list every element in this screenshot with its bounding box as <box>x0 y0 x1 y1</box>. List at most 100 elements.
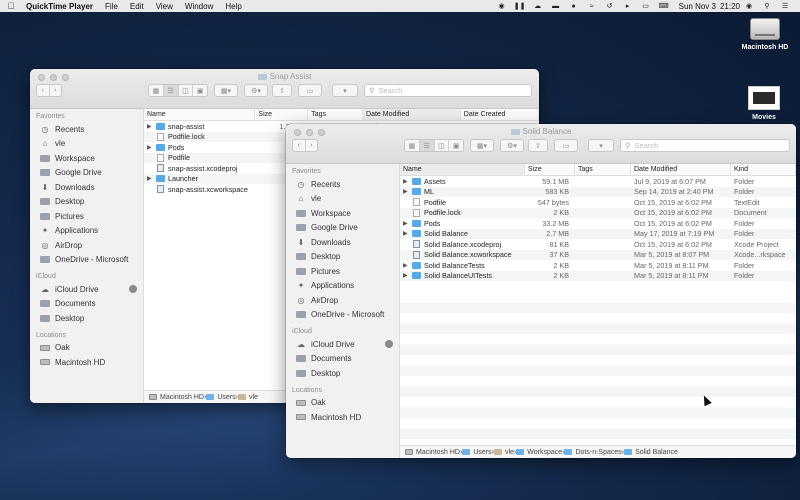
sidebar-item-vle[interactable]: ⌂ vle <box>286 192 399 207</box>
sidebar-item-workspace[interactable]: Workspace <box>286 206 399 221</box>
action-button[interactable]: ⚙▾ <box>244 84 268 97</box>
disclosure-triangle-icon[interactable]: ▶ <box>403 188 412 195</box>
tags-button[interactable]: ▭ <box>298 84 322 97</box>
share-button[interactable]: ⇧ <box>272 84 292 97</box>
path-item[interactable]: vle <box>237 394 258 401</box>
desktop-icon-movies[interactable]: Movies <box>729 86 799 121</box>
column-view-icon[interactable]: ◫ <box>179 85 194 96</box>
forward-button[interactable]: › <box>50 85 62 96</box>
sidebar-item-documents[interactable]: Documents <box>286 352 399 367</box>
sidebar-item-oak[interactable]: Oak <box>30 341 143 356</box>
column-header-date-modified[interactable]: Date Modified <box>631 164 731 175</box>
table-row[interactable]: Podfile 547 bytes Oct 15, 2019 at 6:02 PM T… <box>400 197 796 208</box>
disclosure-triangle-icon[interactable]: ▶ <box>147 144 156 151</box>
search-field[interactable]: ⚲ Search <box>620 139 790 152</box>
path-item[interactable]: Users <box>462 449 492 456</box>
group-button[interactable]: ▦▾ <box>470 139 494 152</box>
sidebar-item-recents[interactable]: ◷ Recents <box>30 122 143 137</box>
search-icon[interactable]: ⚲ <box>761 2 773 11</box>
sidebar-item-airdrop[interactable]: ◎ AirDrop <box>286 293 399 308</box>
column-view-icon[interactable]: ◫ <box>435 140 450 151</box>
group-button[interactable]: ▦▾ <box>214 84 238 97</box>
path-item[interactable]: Workspace <box>516 449 562 456</box>
cloud-icon[interactable]: ☁ <box>532 2 544 11</box>
column-header-name[interactable]: Name <box>144 109 256 120</box>
sidebar-item-pictures[interactable]: Pictures <box>30 209 143 224</box>
sidebar-item-desktop[interactable]: Desktop <box>286 250 399 265</box>
sidebar-item-workspace[interactable]: Workspace <box>30 151 143 166</box>
column-header-name[interactable]: Name <box>400 164 525 175</box>
table-row[interactable]: ▶ Pods 33.2 MB Oct 15, 2019 at 6:02 PM Folde… <box>400 218 796 229</box>
column-header-date-modified[interactable]: Date Modified <box>363 109 461 120</box>
control-center-icon[interactable]: ☰ <box>779 2 791 11</box>
battery-icon[interactable]: ▭ <box>640 2 652 11</box>
table-row[interactable]: Solid Balance.xcworkspace 37 KB Mar 5, 201… <box>400 249 796 260</box>
sidebar-item-applications[interactable]: ✦ Applications <box>286 279 399 294</box>
time-machine-icon[interactable]: ↺ <box>604 2 616 11</box>
sidebar-item-recents[interactable]: ◷ Recents <box>286 177 399 192</box>
table-row[interactable]: Podfile.lock 2 KB Oct 15, 2019 at 6:02 PM D… <box>400 207 796 218</box>
window-titlebar[interactable]: Solid Balance ‹ › ▦ ☰ ◫ ▣ ▦▾ ⚙▾ ⇧ ▭ ▾ ⚲ Searc… <box>286 124 796 164</box>
sidebar-item-macintosh-hd[interactable]: Macintosh HD <box>30 355 143 370</box>
column-header-date-created[interactable]: Date Created <box>461 109 539 120</box>
sidebar-item-pictures[interactable]: Pictures <box>286 264 399 279</box>
toggle-icon[interactable]: ▬ <box>550 2 562 11</box>
sidebar-item-oak[interactable]: Oak <box>286 396 399 411</box>
path-dropdown[interactable]: ▾ <box>588 139 614 152</box>
sidebar-item-documents[interactable]: Documents <box>30 297 143 312</box>
finder-window-solid-balance[interactable]: Solid Balance ‹ › ▦ ☰ ◫ ▣ ▦▾ ⚙▾ ⇧ ▭ ▾ ⚲ Searc… <box>286 124 796 458</box>
action-button[interactable]: ⚙▾ <box>500 139 524 152</box>
column-header-size[interactable]: Size <box>525 164 575 175</box>
tags-button[interactable]: ▭ <box>554 139 578 152</box>
menu-clock[interactable]: Sun Nov 3 21:20 <box>679 2 740 11</box>
column-header-size[interactable]: Size <box>255 109 309 120</box>
back-button[interactable]: ‹ <box>293 140 306 151</box>
menu-window[interactable]: Window <box>179 2 219 11</box>
table-row[interactable]: ▶ Solid Balance 2.7 MB May 17, 2019 at 7:19… <box>400 228 796 239</box>
column-header-tags[interactable]: Tags <box>308 109 364 120</box>
disclosure-triangle-icon[interactable]: ▶ <box>147 123 156 130</box>
table-row[interactable]: ▶ Solid BalanceTests 2 KB Mar 5, 2019 at 8:… <box>400 260 796 271</box>
desktop-icon-macintosh-hd[interactable]: Macintosh HD <box>730 18 800 51</box>
path-item[interactable]: vle <box>493 449 514 456</box>
wifi-icon[interactable]: ≈ <box>586 2 598 11</box>
sidebar-item-onedrive-microsoft[interactable]: OneDrive - Microsoft <box>286 308 399 323</box>
icon-view-icon[interactable]: ▦ <box>149 85 164 96</box>
siri-icon[interactable]: ◉ <box>743 2 755 11</box>
sidebar-item-applications[interactable]: ✦ Applications <box>30 224 143 239</box>
circle-icon[interactable]: ● <box>568 2 580 11</box>
icon-view-icon[interactable]: ▦ <box>405 140 420 151</box>
sidebar-item-vle[interactable]: ⌂ vle <box>30 137 143 152</box>
menu-app-name[interactable]: QuickTime Player <box>22 2 99 11</box>
window-titlebar[interactable]: Snap Assist ‹ › ▦ ☰ ◫ ▣ ▦▾ ⚙▾ ⇧ ▭ ▾ ⚲ Search <box>30 69 539 109</box>
apple-menu-icon[interactable]:  <box>0 1 22 11</box>
pause-icon[interactable]: ❚❚ <box>514 2 526 11</box>
table-row[interactable]: Solid Balance.xcodeproj 81 KB Oct 15, 2019… <box>400 239 796 250</box>
forward-button[interactable]: › <box>306 140 318 151</box>
sidebar-item-desktop[interactable]: Desktop <box>30 311 143 326</box>
share-button[interactable]: ⇧ <box>528 139 548 152</box>
sidebar-item-google-drive[interactable]: Google Drive <box>286 221 399 236</box>
path-item[interactable]: Macintosh HD <box>405 449 460 456</box>
sidebar-item-desktop[interactable]: Desktop <box>30 195 143 210</box>
sidebar-item-macintosh-hd[interactable]: Macintosh HD <box>286 410 399 425</box>
menu-file[interactable]: File <box>99 2 124 11</box>
disclosure-triangle-icon[interactable]: ▶ <box>403 220 412 227</box>
disclosure-triangle-icon[interactable]: ▶ <box>403 262 412 269</box>
column-header-tags[interactable]: Tags <box>575 164 631 175</box>
table-row[interactable]: ▶ ML 583 KB Sep 14, 2019 at 2:40 PM Folder <box>400 186 796 197</box>
table-row[interactable]: ▶ Assets 59.1 MB Jul 9, 2019 at 6:07 PM Fold… <box>400 176 796 187</box>
sidebar-item-icloud-drive[interactable]: ☁ iCloud Drive <box>30 282 143 297</box>
menu-edit[interactable]: Edit <box>124 2 150 11</box>
disclosure-triangle-icon[interactable]: ▶ <box>403 178 412 185</box>
path-item[interactable]: Macintosh HD <box>149 394 204 401</box>
menu-view[interactable]: View <box>150 2 179 11</box>
gallery-view-icon[interactable]: ▣ <box>449 140 463 151</box>
sidebar-item-downloads[interactable]: ⬇ Downloads <box>286 235 399 250</box>
gallery-view-icon[interactable]: ▣ <box>193 85 207 96</box>
column-header-kind[interactable]: Kind <box>731 164 796 175</box>
sidebar-item-desktop[interactable]: Desktop <box>286 366 399 381</box>
path-item[interactable]: Users <box>206 394 236 401</box>
table-row[interactable]: ▶ Solid BalanceUITests 2 KB Mar 5, 2019 at … <box>400 270 796 281</box>
disclosure-triangle-icon[interactable]: ▶ <box>147 175 156 182</box>
